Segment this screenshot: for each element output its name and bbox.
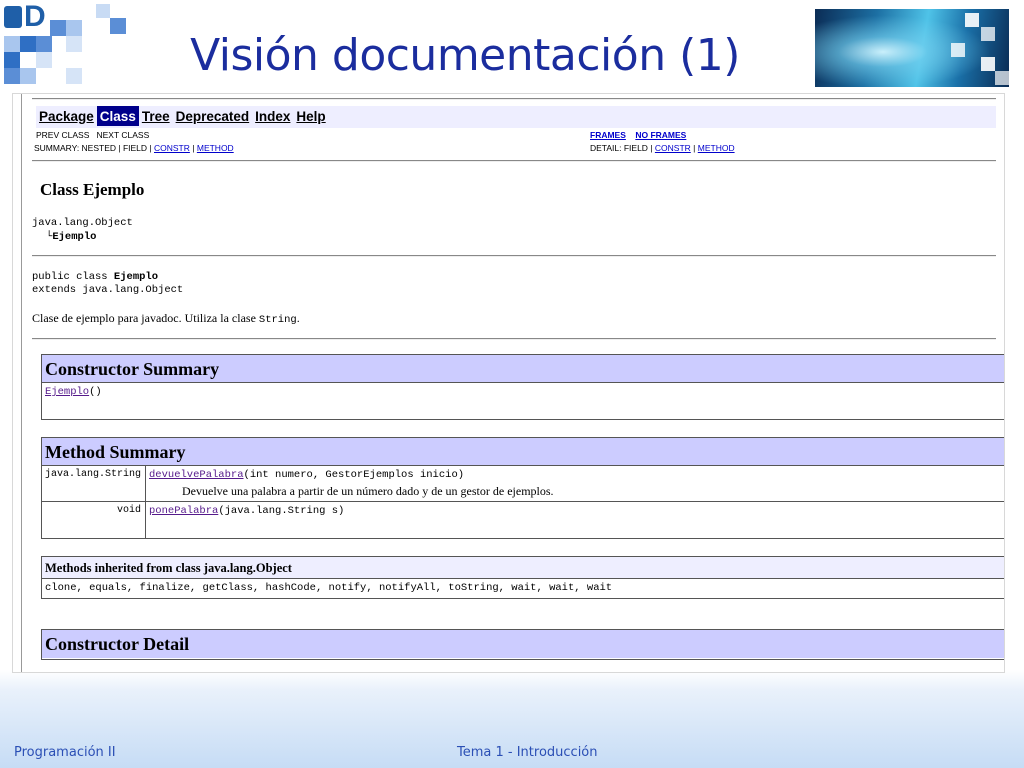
footer-course: Programación II [14, 745, 116, 760]
javadoc-screenshot: Package Class Tree Deprecated Index Help PREV… [12, 93, 1005, 673]
method-summary-header: Method Summary [42, 438, 1004, 466]
table-row: Ejemplo() [42, 383, 1004, 419]
constructor-link[interactable]: Ejemplo [45, 386, 89, 398]
class-declaration: public class Ejemplo [32, 271, 158, 283]
slide-title: Visión documentación (1) [190, 30, 740, 81]
image-square [951, 43, 965, 57]
summary-links: SUMMARY: NESTED | FIELD | CONSTR | METHO… [34, 143, 234, 153]
inherited-methods-table: Methods inherited from class java.lang.O… [41, 556, 1004, 599]
constructor-summary-header: Constructor Summary [42, 355, 1004, 383]
logo-square [66, 68, 82, 84]
constructor-detail-table: Constructor Detail [41, 629, 1004, 660]
detail-prefix: DETAIL: FIELD | [590, 143, 653, 153]
nav-tree[interactable]: Tree [139, 106, 173, 126]
class-description: Clase de ejemplo para javadoc. Utiliza l… [32, 311, 300, 326]
nav-help[interactable]: Help [293, 106, 328, 126]
extends-line: extends java.lang.Object [32, 284, 184, 296]
logo-square [50, 20, 66, 36]
hierarchy-root: java.lang.Object [32, 217, 133, 229]
method-description: Devuelve una palabra a partir de un núme… [182, 484, 554, 498]
hierarchy-child-row: └Ejemplo [46, 231, 96, 243]
prev-next-class: PREV CLASS NEXT CLASS [36, 130, 149, 140]
description-code: String [258, 314, 297, 326]
method-return-type: java.lang.String [42, 466, 146, 501]
divider [32, 338, 996, 340]
divider [32, 98, 996, 100]
decl-prefix: public class [32, 271, 114, 283]
summary-separator: | [192, 143, 195, 153]
logo-square [36, 36, 52, 52]
logo-square [4, 52, 20, 68]
method-summary-table: Method Summary java.lang.String devuelve… [41, 437, 1004, 539]
inherited-methods-list: clone, equals, finalize, getClass, hashC… [45, 582, 613, 594]
top-navbar: Package Class Tree Deprecated Index Help [36, 106, 996, 128]
divider [32, 255, 996, 257]
fiber-optic-image [815, 9, 1009, 87]
constructor-detail-header: Constructor Detail [42, 630, 1004, 658]
next-class-label: NEXT CLASS [96, 130, 150, 140]
method-params: (java.lang.String s) [218, 505, 345, 517]
constructor-signature: Ejemplo() [45, 386, 102, 398]
nav-class[interactable]: Class [96, 106, 139, 126]
frames-link[interactable]: FRAMES [590, 130, 626, 140]
method-params: (int numero, GestorEjemplos inicio) [243, 469, 465, 481]
nav-deprecated[interactable]: Deprecated [173, 106, 253, 126]
inherited-methods-header: Methods inherited from class java.lang.O… [42, 557, 1004, 579]
image-square [981, 27, 995, 41]
logo-square [4, 68, 20, 84]
frames-links: FRAMES NO FRAMES [590, 130, 686, 140]
image-square [981, 57, 995, 71]
description-end: . [296, 311, 300, 325]
detail-constr-link[interactable]: CONSTR [655, 143, 691, 153]
detail-method-link[interactable]: METHOD [698, 143, 735, 153]
method-return-type: void [42, 502, 146, 538]
logo-square [36, 52, 52, 68]
logo-square [4, 36, 20, 52]
logo-square [96, 4, 110, 18]
logo-square [20, 68, 36, 84]
logo-square [20, 36, 36, 52]
no-frames-link[interactable]: NO FRAMES [635, 130, 686, 140]
summary-method-link[interactable]: METHOD [197, 143, 234, 153]
divider [32, 160, 996, 162]
prev-class-label: PREV CLASS [36, 130, 90, 140]
shield-icon [4, 6, 22, 28]
logo-square [66, 20, 82, 36]
logo-letter: D [24, 0, 46, 33]
hierarchy-child: Ejemplo [52, 231, 97, 243]
method-link-devuelvePalabra[interactable]: devuelvePalabra [149, 469, 244, 481]
table-row: clone, equals, finalize, getClass, hashC… [42, 579, 1004, 598]
detail-links: DETAIL: FIELD | CONSTR | METHOD [590, 143, 735, 153]
method-signature: ponePalabra(java.lang.String s) [149, 505, 344, 517]
javadoc-page: Package Class Tree Deprecated Index Help PREV… [21, 94, 1004, 672]
logo-square [66, 36, 82, 52]
university-logo: D [0, 0, 135, 88]
constructor-params: () [89, 386, 102, 398]
image-square [995, 71, 1009, 85]
table-row: void ponePalabra(java.lang.String s) [42, 502, 1004, 538]
footer-topic: Tema 1 - Introducción [457, 745, 598, 760]
logo-square [110, 18, 126, 34]
detail-separator: | [693, 143, 696, 153]
description-text: Clase de ejemplo para javadoc. Utiliza l… [32, 311, 259, 325]
nav-package[interactable]: Package [36, 106, 97, 126]
summary-prefix: SUMMARY: NESTED | FIELD | [34, 143, 152, 153]
table-row: java.lang.String devuelvePalabra(int num… [42, 466, 1004, 502]
constructor-summary-table: Constructor Summary Ejemplo() [41, 354, 1004, 420]
decl-name: Ejemplo [113, 271, 159, 283]
summary-constr-link[interactable]: CONSTR [154, 143, 190, 153]
method-signature: devuelvePalabra(int numero, GestorEjempl… [149, 469, 464, 481]
image-square [965, 13, 979, 27]
method-link-ponePalabra[interactable]: ponePalabra [149, 505, 218, 517]
nav-index[interactable]: Index [252, 106, 293, 126]
class-title: Class Ejemplo [40, 180, 145, 199]
